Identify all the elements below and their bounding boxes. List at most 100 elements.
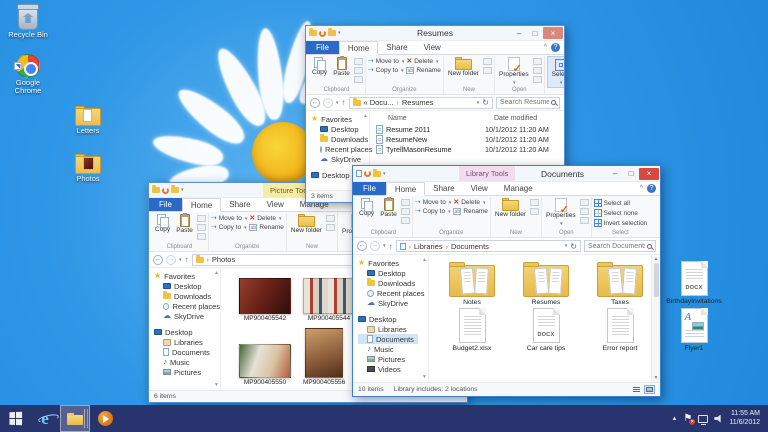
back-button[interactable]: ←	[153, 255, 163, 265]
properties-button[interactable]: Properties	[544, 197, 578, 228]
invert-selection-button[interactable]: Invert selection	[594, 219, 648, 227]
desktop-icon-photos[interactable]: Photos	[62, 154, 114, 183]
up-button[interactable]: ↑	[342, 98, 346, 107]
file-item-folder[interactable]: Resumes	[513, 261, 579, 306]
close-button[interactable]: ×	[639, 168, 659, 180]
ribbon-collapse-icon[interactable]: ^	[544, 44, 547, 51]
nav-scroll-up[interactable]: ▲	[214, 270, 219, 276]
nav-downloads[interactable]: Downloads	[358, 278, 428, 288]
quick-access-toolbar[interactable]: ▾	[309, 30, 341, 37]
crumb-caret-icon[interactable]: ▾	[565, 243, 568, 249]
open-icon[interactable]	[580, 199, 589, 206]
column-date-modified[interactable]: Date modified	[494, 115, 537, 122]
breadcrumb[interactable]: Libraries Documents ▾↻	[396, 240, 581, 252]
paste-shortcut-icon[interactable]	[354, 76, 363, 83]
nav-scroll-down[interactable]: ▼	[422, 374, 427, 380]
nav-downloads[interactable]: Downloads	[311, 134, 369, 144]
nav-skydrive[interactable]: ☁SkyDrive	[358, 298, 428, 308]
tab-home[interactable]: Home	[182, 198, 221, 212]
nav-pictures[interactable]: Pictures	[358, 354, 428, 364]
new-item-icon[interactable]	[483, 58, 492, 65]
qat-caret-icon[interactable]: ▾	[338, 30, 341, 36]
edit-icon[interactable]	[580, 208, 589, 215]
back-button[interactable]: ←	[357, 241, 367, 251]
paste-button[interactable]: Paste	[174, 213, 195, 236]
paste-button[interactable]: Paste	[378, 197, 399, 220]
file-item-docx[interactable]: DOCX Car care tips	[513, 308, 579, 352]
tab-home[interactable]: Home	[386, 182, 425, 196]
back-button[interactable]: ←	[310, 98, 320, 108]
nav-scroll-up[interactable]: ▲	[422, 257, 427, 263]
taskbar-media-player[interactable]	[90, 405, 120, 432]
taskbar-internet-explorer[interactable]: e	[30, 405, 60, 432]
tab-manage[interactable]: Manage	[496, 182, 541, 195]
delete-button[interactable]: ✕Delete	[453, 199, 488, 206]
qat-caret-icon[interactable]: ▾	[181, 187, 184, 193]
action-center-flag-icon[interactable]: ⚑×	[683, 414, 692, 424]
new-folder-button[interactable]: New folder	[289, 213, 324, 236]
new-item-icon[interactable]	[530, 199, 539, 206]
documents-titlebar[interactable]: ▾ Library Tools Documents – □ ×	[353, 166, 660, 182]
file-row[interactable]: ResumeNew 10/1/2012 11:20 AM	[374, 134, 560, 144]
cut-icon[interactable]	[197, 215, 206, 222]
tab-file[interactable]: File	[353, 182, 386, 195]
search-box[interactable]	[496, 97, 560, 109]
select-none-button[interactable]: Select none	[594, 209, 648, 217]
tab-file[interactable]: File	[149, 198, 182, 211]
nav-skydrive[interactable]: ☁SkyDrive	[154, 311, 220, 321]
nav-music[interactable]: ♪Music	[358, 344, 428, 354]
history-caret-icon[interactable]: ▾	[383, 243, 386, 249]
vertical-scrollbar[interactable]: ▲ ▼	[651, 255, 660, 382]
nav-desktop-root[interactable]: Desktop	[154, 327, 220, 337]
nav-desktop[interactable]: Desktop	[358, 268, 428, 278]
scrollbar-thumb[interactable]	[654, 263, 659, 297]
breadcrumb[interactable]: « Docu... Resumes ▾↻	[349, 97, 493, 109]
nav-favorites[interactable]: ★Favorites	[311, 114, 369, 124]
nav-recent-places[interactable]: Recent places	[311, 144, 369, 154]
cut-icon[interactable]	[354, 58, 363, 65]
tab-file[interactable]: File	[306, 41, 339, 54]
undo-icon[interactable]	[364, 170, 371, 177]
up-button[interactable]: ↑	[389, 242, 393, 251]
photo-thumbnail[interactable]	[303, 278, 355, 314]
file-item-doc[interactable]: Budget2.xlsx	[439, 308, 505, 352]
forward-button[interactable]: →	[166, 255, 176, 265]
paste-button[interactable]: Paste	[331, 56, 352, 79]
move-to-button[interactable]: ➝Move to	[368, 58, 405, 65]
new-folder-button[interactable]: New folder	[493, 197, 528, 220]
photo-thumbnail[interactable]	[239, 278, 291, 314]
copy-to-button[interactable]: ➝Copy to	[211, 224, 248, 231]
refresh-icon[interactable]: ↻	[482, 98, 489, 107]
details-view-button[interactable]	[631, 385, 642, 394]
open-icon[interactable]	[533, 58, 542, 65]
file-row[interactable]: TyrellMasonResume 10/1/2012 11:20 AM	[374, 144, 560, 154]
easy-access-icon[interactable]	[530, 208, 539, 215]
edit-icon[interactable]	[533, 67, 542, 74]
close-button[interactable]: ×	[543, 27, 563, 39]
ribbon-collapse-icon[interactable]: ^	[640, 185, 643, 192]
maximize-button[interactable]: □	[527, 27, 543, 39]
select-button[interactable]: Select	[547, 56, 564, 88]
tab-home[interactable]: Home	[339, 41, 378, 55]
volume-icon[interactable]	[714, 415, 723, 423]
easy-access-icon[interactable]	[483, 67, 492, 74]
nav-pictures[interactable]: Pictures	[154, 367, 220, 377]
copy-button[interactable]: Copy	[357, 197, 376, 219]
photo-item[interactable]: MP900405542	[239, 278, 291, 322]
copy-to-button[interactable]: ➝Copy to	[368, 67, 405, 74]
file-item-folder[interactable]: Taxes	[587, 261, 653, 306]
nav-desktop[interactable]: Desktop	[154, 281, 220, 291]
nav-libraries[interactable]: Libraries	[154, 337, 220, 347]
copy-path-icon[interactable]	[197, 224, 206, 231]
minimize-button[interactable]: –	[511, 27, 527, 39]
paste-shortcut-icon[interactable]	[197, 233, 206, 240]
move-to-button[interactable]: ➝Move to	[211, 215, 248, 222]
nav-music[interactable]: ♪Music	[154, 357, 220, 367]
move-to-button[interactable]: ➝Move to	[415, 199, 452, 206]
refresh-icon[interactable]: ↻	[570, 242, 577, 251]
scroll-up-icon[interactable]: ▲	[654, 256, 659, 262]
desktop-icon-google-chrome[interactable]: ◥ Google Chrome	[2, 54, 54, 95]
photo-thumbnail[interactable]	[305, 328, 343, 378]
photo-item[interactable]: MP900405544	[303, 278, 355, 322]
minimize-button[interactable]: –	[607, 168, 623, 180]
